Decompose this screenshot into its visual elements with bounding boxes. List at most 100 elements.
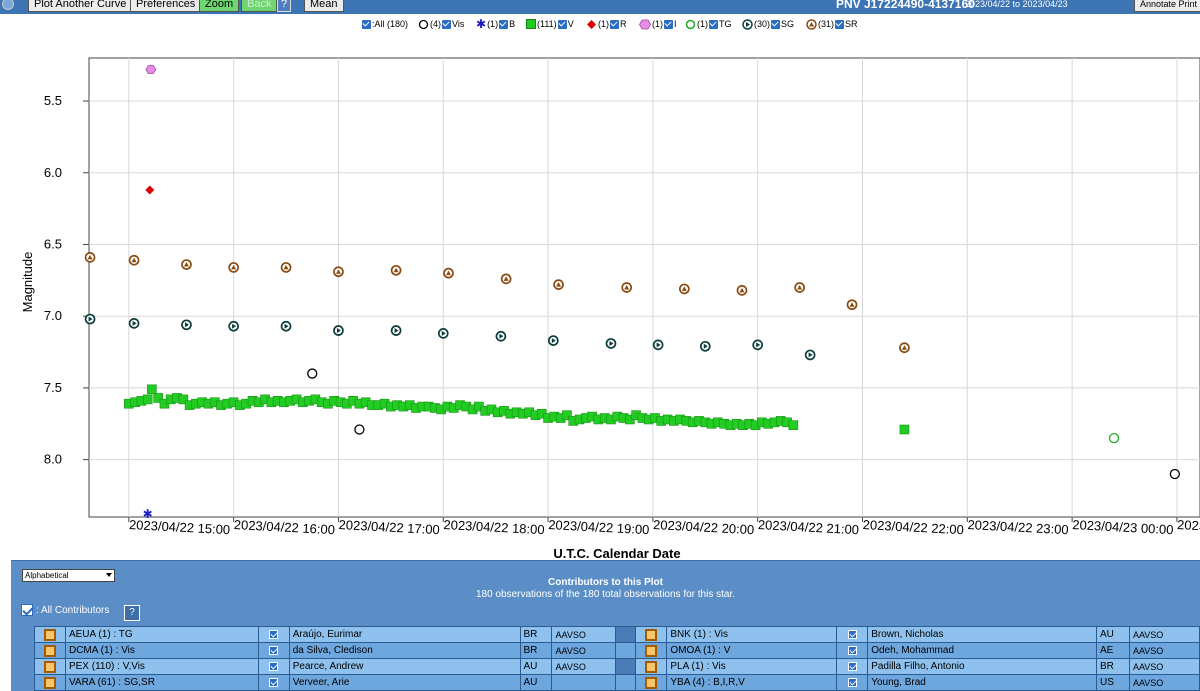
data-point-sr[interactable]	[443, 267, 454, 279]
data-point-sr[interactable]	[181, 259, 192, 270]
checkbox-icon[interactable]	[442, 19, 451, 29]
checkbox-icon[interactable]	[269, 645, 279, 655]
color-swatch-icon[interactable]	[43, 660, 56, 673]
color-swatch-icon[interactable]	[645, 676, 658, 689]
checkbox-icon[interactable]	[269, 677, 279, 687]
contributor-color-cell[interactable]	[635, 658, 668, 675]
data-point-sg[interactable]	[605, 338, 617, 349]
contributor-checkbox-cell[interactable]	[836, 642, 869, 659]
contributor-color-cell[interactable]	[635, 642, 668, 659]
data-point-sg[interactable]	[437, 328, 449, 339]
data-point-sg[interactable]	[804, 349, 816, 361]
checkbox-icon[interactable]	[847, 645, 857, 655]
checkbox-icon[interactable]	[771, 19, 781, 29]
color-swatch-icon[interactable]	[43, 644, 56, 657]
data-point-sg[interactable]	[84, 313, 96, 325]
legend-item-all[interactable]: :All (180)	[362, 17, 408, 31]
data-point-v[interactable]	[788, 420, 799, 431]
data-point-sg[interactable]	[752, 339, 764, 351]
light-curve-chart[interactable]: Magnitude U.T.C. Calendar Date 2023/04/2…	[0, 36, 1200, 560]
contributor-color-cell[interactable]	[635, 626, 668, 643]
contributor-checkbox-cell[interactable]	[257, 642, 290, 659]
checkbox-icon[interactable]	[499, 19, 509, 29]
contributor-color-cell[interactable]	[34, 626, 66, 643]
legend-item-r[interactable]: (1) R	[586, 17, 627, 31]
legend-item-sg[interactable]: (30) SG	[742, 17, 794, 31]
data-point-sr[interactable]	[794, 282, 805, 293]
zoom-button[interactable]: Zoom	[199, 0, 240, 12]
data-point-sr[interactable]	[84, 252, 96, 263]
legend-item-sr[interactable]: (31) SR	[806, 17, 858, 31]
annotate-print-button[interactable]: Annotate Print	[1134, 0, 1200, 12]
contributor-color-cell[interactable]	[34, 674, 66, 691]
help-button[interactable]: ?	[277, 0, 292, 12]
mean-button[interactable]: Mean	[304, 0, 344, 12]
checkbox-icon[interactable]	[709, 19, 718, 29]
color-swatch-icon[interactable]	[645, 644, 658, 657]
legend-item-v[interactable]: (111) V	[526, 17, 574, 31]
data-point-sr[interactable]	[899, 342, 910, 354]
data-point-sr[interactable]	[390, 264, 402, 276]
data-point-sr[interactable]	[846, 299, 858, 311]
contributor-checkbox-cell[interactable]	[836, 674, 869, 691]
checkbox-icon[interactable]	[847, 677, 857, 687]
legend-item-i[interactable]: (1) I	[639, 17, 677, 31]
data-point-i[interactable]	[145, 65, 157, 74]
legend-item-tg[interactable]: (1) TG	[685, 17, 732, 31]
data-point-v[interactable]	[899, 424, 910, 435]
checkbox-icon[interactable]	[847, 629, 857, 639]
data-point-sr[interactable]	[678, 283, 690, 295]
contributor-checkbox-cell[interactable]	[836, 626, 869, 643]
data-point-sg[interactable]	[333, 325, 344, 336]
data-point-sr[interactable]	[553, 279, 564, 290]
data-point-sr[interactable]	[333, 266, 344, 278]
data-point-sg[interactable]	[280, 320, 292, 332]
back-button[interactable]: Back	[241, 0, 278, 12]
checkbox-icon[interactable]	[664, 19, 673, 29]
table-row: PEX (110) : V,Vis Pearce, Andrew AU AAVSO PL…	[34, 658, 1200, 675]
checkbox-icon[interactable]	[847, 661, 857, 671]
checkbox-icon[interactable]	[835, 19, 845, 29]
data-point-sg[interactable]	[699, 340, 711, 352]
contributor-color-cell[interactable]	[34, 642, 66, 659]
contributor-color-cell[interactable]	[34, 658, 66, 675]
data-point-sr[interactable]	[228, 262, 239, 273]
color-swatch-icon[interactable]	[43, 676, 56, 689]
color-swatch-icon[interactable]	[645, 628, 658, 641]
checkbox-icon[interactable]	[21, 604, 33, 616]
checkbox-icon[interactable]	[557, 19, 567, 29]
checkbox-icon[interactable]	[362, 19, 371, 29]
contributors-help-button[interactable]: ?	[124, 605, 140, 621]
checkbox-icon[interactable]	[269, 661, 279, 671]
contributor-checkbox-cell[interactable]	[257, 626, 290, 643]
preferences-button[interactable]: Preferences	[130, 0, 202, 12]
contributor-color-cell[interactable]	[635, 674, 668, 691]
data-point-sr[interactable]	[500, 273, 512, 285]
data-point-sr[interactable]	[736, 285, 748, 296]
data-point-sg[interactable]	[495, 330, 507, 342]
data-point-sr[interactable]	[128, 254, 140, 266]
legend-item-vis[interactable]: (4) Vis	[418, 17, 464, 31]
data-point-sg[interactable]	[228, 320, 239, 332]
data-point-v[interactable]	[147, 384, 157, 395]
all-contributors-toggle[interactable]: : All Contributors	[21, 604, 109, 616]
contributor-checkbox-cell[interactable]	[257, 658, 290, 675]
data-point-sg[interactable]	[128, 318, 140, 329]
contributor-checkbox-cell[interactable]	[836, 658, 869, 675]
legend-item-b[interactable]: ✱ (1) B	[476, 17, 515, 31]
data-point-sr[interactable]	[621, 282, 633, 293]
contributor-checkbox-cell[interactable]	[257, 674, 290, 691]
data-point-v[interactable]	[142, 394, 153, 405]
data-point-b[interactable]: ✱	[143, 507, 153, 521]
data-point-sg[interactable]	[547, 335, 559, 346]
data-point-sg[interactable]	[181, 319, 192, 331]
plot-another-curve-button[interactable]: Plot Another Curve	[28, 0, 133, 12]
light-curve-svg[interactable]: Magnitude U.T.C. Calendar Date 2023/04/2…	[0, 36, 1200, 560]
data-point-sg[interactable]	[390, 325, 402, 336]
color-swatch-icon[interactable]	[43, 628, 56, 641]
data-point-sr[interactable]	[280, 262, 292, 273]
checkbox-icon[interactable]	[610, 19, 619, 29]
data-point-sg[interactable]	[652, 339, 664, 351]
checkbox-icon[interactable]	[269, 629, 279, 639]
color-swatch-icon[interactable]	[645, 660, 658, 673]
